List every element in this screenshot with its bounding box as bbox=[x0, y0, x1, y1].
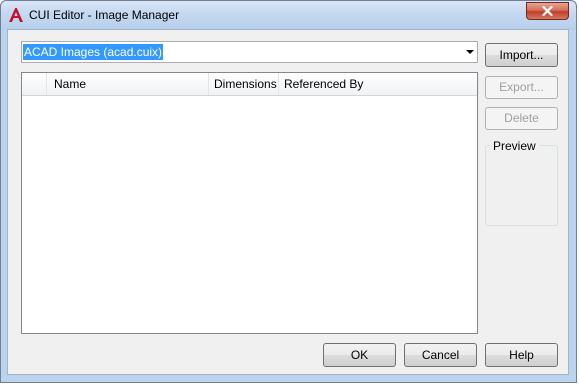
chevron-down-icon[interactable] bbox=[466, 50, 474, 54]
column-header-name[interactable]: Name bbox=[47, 73, 209, 95]
image-source-dropdown[interactable]: ACAD Images (acad.cuix) bbox=[21, 41, 478, 63]
close-icon bbox=[542, 6, 553, 16]
column-header-blank[interactable] bbox=[22, 73, 47, 95]
preview-label: Preview bbox=[490, 139, 539, 153]
preview-panel: Preview bbox=[485, 139, 558, 226]
import-button[interactable]: Import... bbox=[485, 43, 558, 67]
help-button[interactable]: Help bbox=[485, 343, 558, 367]
window-title: CUI Editor - Image Manager bbox=[29, 8, 180, 22]
list-header: Name Dimensions Referenced By bbox=[22, 73, 479, 96]
export-button[interactable]: Export... bbox=[485, 76, 558, 99]
column-header-dimensions[interactable]: Dimensions bbox=[209, 73, 279, 95]
image-list[interactable]: Name Dimensions Referenced By bbox=[21, 72, 479, 334]
column-header-referenced-by[interactable]: Referenced By bbox=[279, 73, 479, 95]
delete-button[interactable]: Delete bbox=[485, 107, 558, 130]
autocad-logo-icon bbox=[9, 8, 23, 22]
cancel-button[interactable]: Cancel bbox=[404, 343, 477, 367]
title-bar[interactable]: CUI Editor - Image Manager bbox=[1, 1, 576, 30]
dropdown-selected-value: ACAD Images (acad.cuix) bbox=[23, 44, 164, 60]
close-button[interactable] bbox=[526, 2, 569, 20]
ok-button[interactable]: OK bbox=[323, 343, 396, 367]
